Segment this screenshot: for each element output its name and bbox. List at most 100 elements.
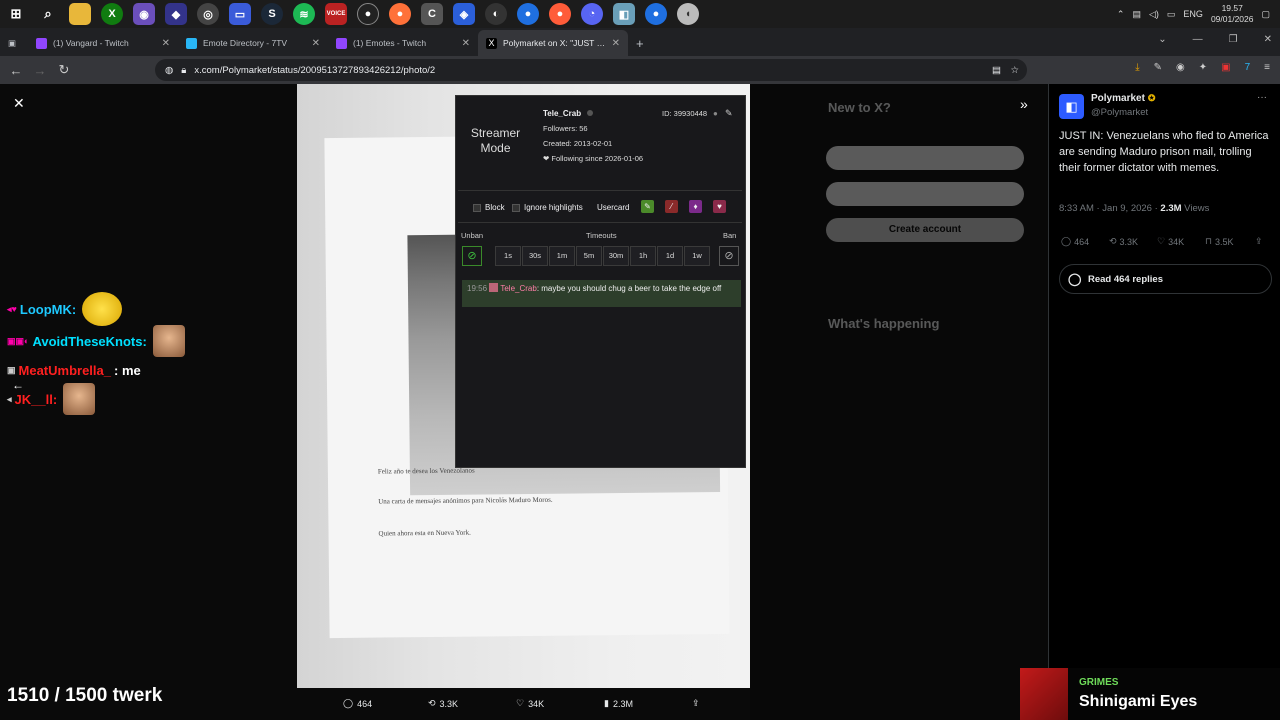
photo-reply-button[interactable]: ◯ 464	[343, 698, 372, 709]
ignore-highlights-label: Ignore highlights	[524, 203, 583, 212]
unmod-icon[interactable]: ⁄	[665, 200, 678, 213]
timeout-1w-button[interactable]: 1w	[684, 246, 710, 266]
unvip-icon[interactable]: ♥	[713, 200, 726, 213]
spotify-icon[interactable]: ≋	[293, 3, 315, 25]
tweet-time[interactable]: 8:33 AM · Jan 9, 2026 ·	[1059, 203, 1160, 214]
polymarket-avatar[interactable]: ◧	[1059, 94, 1084, 119]
tab-vangard[interactable]: (1) Vangard - Twitch ✕	[28, 30, 178, 56]
obs-icon[interactable]: ●	[357, 3, 379, 25]
photo-repost-button[interactable]: ⟲ 3.3K	[428, 698, 458, 709]
tweet-handle[interactable]: @Polymarket	[1091, 107, 1148, 118]
firefox-icon[interactable]: ●	[549, 3, 571, 25]
usercard-link[interactable]: Usercard	[597, 203, 629, 212]
site-info-icon[interactable]: ◍	[165, 65, 173, 76]
timeout-1m-button[interactable]: 1m	[549, 246, 575, 266]
battery-icon[interactable]: ▭	[1167, 9, 1176, 20]
tweet-author[interactable]: Polymarket	[1091, 93, 1145, 104]
minimize-icon[interactable]: —	[1193, 34, 1203, 45]
extensions-icon[interactable]: ✦	[1199, 62, 1207, 73]
clock[interactable]: 19.57 09/01/2026	[1211, 3, 1254, 25]
bookmark-button[interactable]: ⊓ 3.5K	[1205, 236, 1234, 247]
firefox-icon[interactable]: ●	[389, 3, 411, 25]
forward-icon[interactable]: →	[28, 63, 52, 78]
reader-icon[interactable]: ▤	[992, 65, 1001, 76]
timeout-1h-button[interactable]: 1h	[630, 246, 656, 266]
maps-icon[interactable]: ◎	[197, 3, 219, 25]
tab-7tv[interactable]: Emote Directory - 7TV ✕	[178, 30, 328, 56]
shield-icon[interactable]: ◐	[485, 3, 507, 25]
browser-icon[interactable]: C	[421, 3, 443, 25]
timeout-30s-button[interactable]: 30s	[522, 246, 548, 266]
address-bar[interactable]: ◍ 🔒︎ x.com/Polymarket/status/20095137278…	[155, 59, 1027, 81]
back-icon[interactable]: ←	[4, 63, 28, 78]
xbox-icon[interactable]: X	[101, 3, 123, 25]
expand-sidebar-icon[interactable]: »	[1020, 96, 1028, 112]
unban-button[interactable]: ⊘	[462, 246, 482, 266]
app-icon[interactable]: ▭	[229, 3, 251, 25]
photo-share-button[interactable]: ⇪	[692, 698, 700, 709]
close-icon[interactable]: ✕	[462, 38, 470, 49]
read-replies-button[interactable]: ◯ Read 464 replies	[1059, 264, 1272, 294]
browser-tab-bar: ▣ (1) Vangard - Twitch ✕ Emote Directory…	[0, 28, 1280, 56]
like-button[interactable]: ♡ 34K	[1157, 236, 1184, 247]
badge-icon: ◂	[7, 393, 12, 404]
download-icon[interactable]: ⤓	[1135, 62, 1139, 73]
usercard-username[interactable]: Tele_Crab	[543, 109, 581, 118]
reload-icon[interactable]: ↻	[52, 62, 76, 78]
app-icon[interactable]: ◧	[613, 3, 635, 25]
repost-button[interactable]: ⟲ 3.3K	[1109, 236, 1138, 247]
toggle-icon[interactable]: ●	[713, 109, 718, 118]
block-checkbox[interactable]: Block	[473, 203, 505, 212]
tab-overview-icon[interactable]: ▣	[0, 30, 28, 56]
volume-icon[interactable]: ◁)	[1149, 9, 1159, 20]
notifications-icon[interactable]: ▢	[1261, 9, 1270, 20]
ignore-highlights-checkbox[interactable]: Ignore highlights	[512, 203, 583, 212]
timeout-30m-button[interactable]: 30m	[603, 246, 629, 266]
timeout-5m-button[interactable]: 5m	[576, 246, 602, 266]
close-icon[interactable]: ✕	[612, 38, 620, 49]
file-explorer-icon[interactable]	[69, 3, 91, 25]
game-controller-icon[interactable]: ◉	[133, 3, 155, 25]
vpn-icon[interactable]: ◆	[165, 3, 187, 25]
mod-icon[interactable]: ✎	[641, 200, 654, 213]
share-button[interactable]: ⇪	[1255, 236, 1263, 247]
firefox-icon[interactable]: ●	[517, 3, 539, 25]
close-window-icon[interactable]: ✕	[1264, 34, 1272, 45]
vip-icon[interactable]: ♦	[689, 200, 702, 213]
tab-polymarket[interactable]: X Polymarket on X: "JUST IN: Vene ✕	[478, 30, 628, 56]
tab-list-icon[interactable]: ⌄	[1158, 34, 1166, 45]
voice-app-icon[interactable]: VOICE	[325, 3, 347, 25]
windows-icon[interactable]: ⊞	[5, 3, 27, 25]
menu-icon[interactable]: ≡	[1264, 62, 1270, 73]
firefox-icon[interactable]: ●	[645, 3, 667, 25]
photo-like-button[interactable]: ♡ 34K	[516, 698, 544, 709]
language-indicator[interactable]: ENG	[1183, 9, 1203, 19]
extension-red-icon[interactable]: ▣	[1221, 62, 1230, 73]
close-icon[interactable]: ✕	[312, 38, 320, 49]
steam-icon[interactable]: S	[261, 3, 283, 25]
app-icon[interactable]: ◈	[453, 3, 475, 25]
tools-icon[interactable]: ✎	[1154, 62, 1162, 73]
create-account-button[interactable]: Create account	[826, 218, 1024, 242]
discord-icon[interactable]: ◔	[581, 3, 603, 25]
app-icon[interactable]: ◖	[677, 3, 699, 25]
ban-button[interactable]: ⊘	[719, 246, 739, 266]
reply-button[interactable]: ◯ 464	[1061, 236, 1089, 247]
photo-views[interactable]: ▮ 2.3M	[604, 698, 633, 709]
network-icon[interactable]: ▤	[1132, 9, 1141, 20]
timeout-1s-button[interactable]: 1s	[495, 246, 521, 266]
pin-icon[interactable]: ✎	[725, 108, 733, 119]
timeout-1d-button[interactable]: 1d	[657, 246, 683, 266]
bookmark-star-icon[interactable]: ☆	[1010, 65, 1019, 76]
account-icon[interactable]: ◉	[1176, 62, 1185, 73]
tab-emotes[interactable]: (1) Emotes - Twitch ✕	[328, 30, 478, 56]
new-tab-button[interactable]: +	[628, 30, 658, 56]
search-icon[interactable]: ⌕	[37, 3, 59, 25]
extension-7tv-icon[interactable]: 7	[1245, 62, 1251, 73]
restore-icon[interactable]: ❐	[1229, 34, 1238, 45]
close-icon[interactable]: ✕	[162, 38, 170, 49]
more-options-icon[interactable]: ···	[1257, 92, 1267, 103]
close-photo-icon[interactable]: ✕	[13, 95, 25, 112]
chevron-up-icon[interactable]: ⌃	[1117, 9, 1125, 20]
usercard-message: 19:56 Tele_Crab: maybe you should chug a…	[462, 280, 741, 307]
